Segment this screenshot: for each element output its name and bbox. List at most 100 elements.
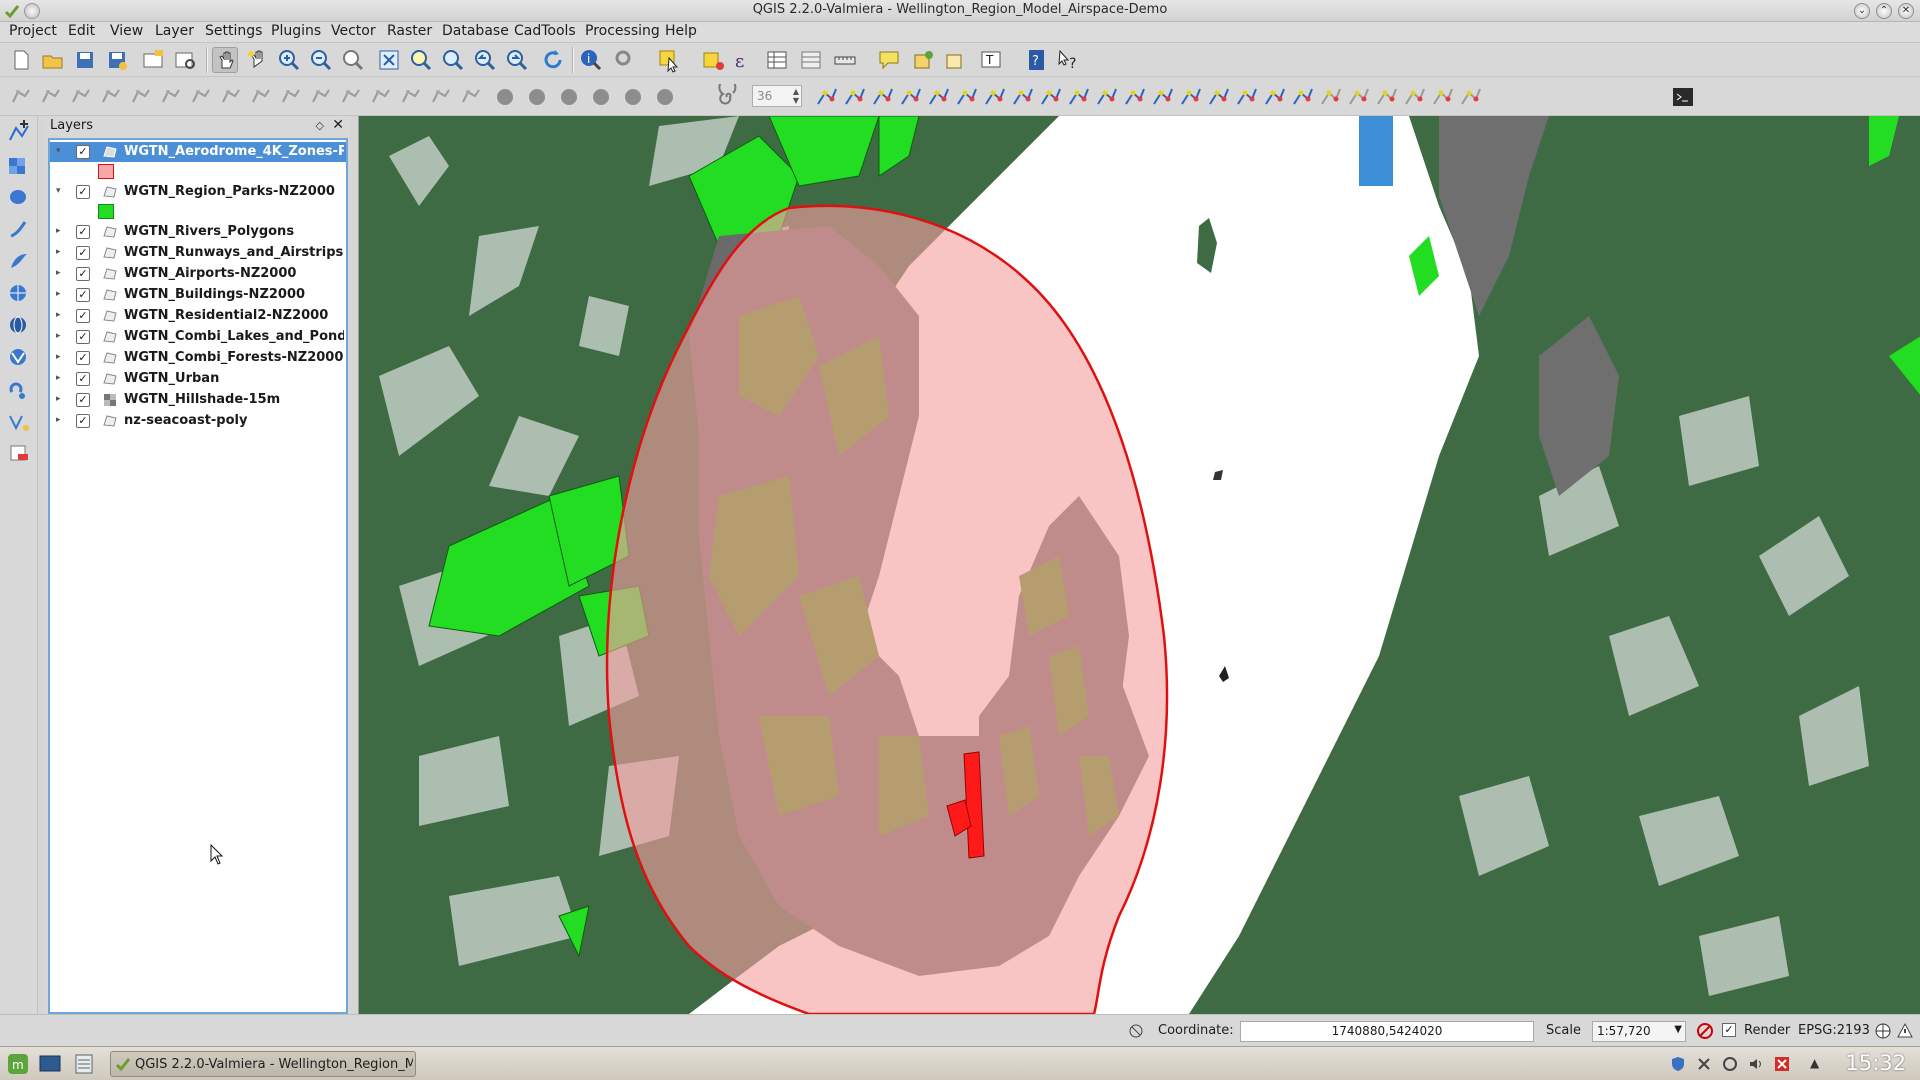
tools-icon[interactable] <box>1696 1056 1712 1072</box>
layer-visibility-checkbox[interactable]: ✓ <box>76 372 90 386</box>
menu-raster[interactable]: Raster <box>386 23 433 39</box>
menu-help[interactable]: Help <box>664 23 698 39</box>
simplify-feature-icon[interactable] <box>428 84 454 110</box>
pan-to-selection-icon[interactable] <box>244 47 270 73</box>
add-postgis-layer-icon[interactable] <box>6 184 32 210</box>
save-as-icon[interactable] <box>104 47 130 73</box>
collapse-icon[interactable]: ▾ <box>56 186 66 196</box>
shield-icon[interactable] <box>1670 1056 1686 1072</box>
add-part-icon[interactable] <box>98 84 124 110</box>
zoom-to-selection-icon[interactable] <box>408 47 434 73</box>
expand-icon[interactable]: ▸ <box>56 268 66 278</box>
layer-row-rivers[interactable]: ▸ ✓ WGTN_Rivers_Polygons <box>50 222 346 242</box>
undo-icon[interactable] <box>8 84 34 110</box>
cad-measure-icon[interactable] <box>1346 84 1372 110</box>
clock[interactable]: 15:32 <box>1845 1051 1906 1075</box>
statistical-summary-icon[interactable] <box>798 47 824 73</box>
refresh-icon[interactable] <box>540 47 566 73</box>
start-menu-icon[interactable]: m <box>6 1052 30 1076</box>
notification-alert-icon[interactable] <box>1774 1056 1790 1072</box>
cad-mirror-icon[interactable] <box>1402 84 1428 110</box>
menu-plugins[interactable]: Plugins <box>270 23 322 39</box>
crs-status[interactable]: EPSG:2193 <box>1798 1023 1870 1038</box>
menu-processing[interactable]: Processing <box>584 23 661 39</box>
messages-warning-icon[interactable] <box>1896 1022 1914 1040</box>
zoom-in-icon[interactable] <box>276 47 302 73</box>
layer-visibility-checkbox[interactable]: ✓ <box>76 309 90 323</box>
maximize-button[interactable]: ⌃ <box>1876 3 1892 19</box>
redo-icon[interactable] <box>38 84 64 110</box>
select-radius-icon[interactable] <box>588 84 614 110</box>
layer-row-forests[interactable]: ▸ ✓ WGTN_Combi_Forests-NZ2000 <box>50 348 346 368</box>
cad-copy-icon[interactable] <box>1374 84 1400 110</box>
close-panel-icon[interactable]: ✕ <box>332 117 344 133</box>
offset-curve-icon[interactable] <box>248 84 274 110</box>
cad-help-icon[interactable] <box>1122 84 1148 110</box>
add-delimited-text-icon[interactable] <box>6 376 32 402</box>
layer-visibility-checkbox[interactable]: ✓ <box>76 185 90 199</box>
show-bookmarks-icon[interactable] <box>942 47 968 73</box>
cad-circle-icon[interactable] <box>1094 84 1120 110</box>
menu-view[interactable]: View <box>109 23 144 39</box>
identify-features-icon[interactable]: i <box>578 47 604 73</box>
merge-features-icon[interactable] <box>338 84 364 110</box>
coordinate-field[interactable]: 1740880,5424020 <box>1240 1021 1534 1042</box>
open-project-icon[interactable] <box>40 47 66 73</box>
add-wms-layer-icon[interactable] <box>6 280 32 306</box>
taskbar-qgis-window[interactable]: QGIS 2.2.0-Valmiera - Wellington_Region_… <box>110 1051 416 1077</box>
cad-points-icon[interactable] <box>870 84 896 110</box>
layer-row-hillshade[interactable]: ▸ ✓ WGTN_Hillshade-15m <box>50 390 346 410</box>
menu-project[interactable]: Project <box>8 23 58 39</box>
layer-visibility-checkbox[interactable]: ✓ <box>76 145 90 159</box>
layer-visibility-checkbox[interactable]: ✓ <box>76 267 90 281</box>
pan-map-icon[interactable] <box>212 47 238 73</box>
layer-visibility-checkbox[interactable]: ✓ <box>76 393 90 407</box>
merge-attributes-icon[interactable] <box>368 84 394 110</box>
map-canvas[interactable] <box>358 116 1920 1014</box>
split-parts-icon[interactable] <box>308 84 334 110</box>
expand-icon[interactable]: ▸ <box>56 331 66 341</box>
reshape-features-icon[interactable] <box>218 84 244 110</box>
menu-settings[interactable]: Settings <box>204 23 263 39</box>
cad-line-icon[interactable] <box>814 84 840 110</box>
add-spatialite-layer-icon[interactable] <box>6 216 32 242</box>
zoom-out-icon[interactable] <box>308 47 334 73</box>
select-rectangle-icon[interactable] <box>492 84 518 110</box>
menu-database[interactable]: Database <box>441 23 510 39</box>
cad-explode-icon[interactable] <box>1458 84 1484 110</box>
cad-rotate-icon[interactable] <box>898 84 924 110</box>
select-freehand-icon[interactable] <box>556 84 582 110</box>
save-project-icon[interactable] <box>72 47 98 73</box>
collapse-icon[interactable]: ▾ <box>56 146 66 156</box>
spiral-tool-icon[interactable] <box>714 84 740 110</box>
expand-icon[interactable]: ▸ <box>56 373 66 383</box>
expand-icon[interactable]: ▸ <box>56 352 66 362</box>
cad-vertex-icon[interactable] <box>1150 84 1176 110</box>
cad-polygon-icon[interactable] <box>982 84 1008 110</box>
layer-row-runways[interactable]: ▸ ✓ WGTN_Runways_and_Airstrips-N... <box>50 243 346 263</box>
tolerance-spinbox[interactable]: 36 ▲ ▼ <box>752 85 802 107</box>
new-shapefile-layer-icon[interactable] <box>6 408 32 434</box>
deselect-all-icon[interactable] <box>700 47 726 73</box>
whats-this-icon[interactable]: ? <box>1056 47 1082 73</box>
projection-globe-icon[interactable] <box>1874 1022 1892 1040</box>
remove-layer-icon[interactable] <box>6 440 32 466</box>
composer-manager-icon[interactable] <box>172 47 198 73</box>
cad-fillet-icon[interactable] <box>1262 84 1288 110</box>
spin-arrows-icon[interactable]: ▲ ▼ <box>793 87 799 105</box>
cad-node-icon[interactable] <box>842 84 868 110</box>
fill-ring-icon[interactable] <box>128 84 154 110</box>
cad-arc-icon[interactable] <box>926 84 952 110</box>
new-project-icon[interactable] <box>8 47 34 73</box>
scale-combobox[interactable]: 1:57,720 ▼ <box>1592 1021 1686 1042</box>
measure-line-icon[interactable] <box>832 47 858 73</box>
split-features-icon[interactable] <box>278 84 304 110</box>
layer-visibility-checkbox[interactable]: ✓ <box>76 288 90 302</box>
cad-intersect-icon[interactable] <box>1038 84 1064 110</box>
cad-scale-icon[interactable] <box>1318 84 1344 110</box>
layer-visibility-checkbox[interactable]: ✓ <box>76 330 90 344</box>
map-tips-icon[interactable] <box>876 47 902 73</box>
close-window-button[interactable]: ✕ <box>1898 3 1914 19</box>
menu-edit[interactable]: Edit <box>67 23 96 39</box>
delete-ring-icon[interactable] <box>158 84 184 110</box>
